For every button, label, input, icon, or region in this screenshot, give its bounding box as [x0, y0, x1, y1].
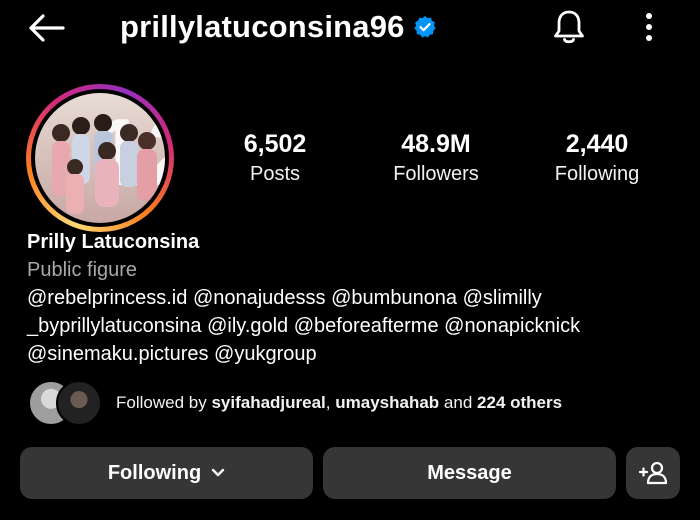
followers-stat[interactable]: 48.9M Followers: [366, 128, 506, 188]
followers-count: 48.9M: [401, 130, 471, 158]
mutual-follower-avatar: [56, 380, 102, 426]
followed-by-text: Followed by syifahadjureal, umayshahab a…: [116, 393, 563, 412]
bio-line: @rebelprincess.id @nonajudesss @bumbunon…: [27, 284, 677, 312]
mutual-user-1: syifahadjureal: [211, 393, 326, 412]
profile-avatar[interactable]: 12: [26, 84, 174, 232]
following-button[interactable]: Following: [20, 447, 313, 499]
bio-mentions: @rebelprincess.id @nonajudesss @bumbunon…: [27, 284, 677, 368]
mention-link[interactable]: @ily.gold: [207, 315, 288, 337]
mention-link[interactable]: @nonapicknick: [444, 315, 580, 337]
posts-label: Posts: [249, 163, 301, 185]
bell-icon[interactable]: [548, 6, 590, 48]
bio-line: @sinemaku.pictures @yukgroup: [27, 340, 677, 368]
add-user-icon: [638, 461, 668, 485]
mention-link[interactable]: @sinemaku.pictures: [27, 343, 208, 365]
bio-line: _byprillylatuconsina @ily.gold @beforeaf…: [27, 312, 677, 340]
mention-link[interactable]: @rebelprincess.id: [27, 287, 187, 309]
followed-by-row[interactable]: Followed by syifahadjureal, umayshahab a…: [28, 380, 562, 426]
following-label: Following: [554, 163, 640, 185]
mention-link[interactable]: @slimilly: [463, 287, 542, 309]
add-user-button[interactable]: [626, 447, 680, 499]
top-bar: prillylatuconsina96: [0, 0, 700, 56]
mention-link[interactable]: @nonajudesss: [193, 287, 326, 309]
chevron-down-icon: [211, 468, 225, 477]
message-button[interactable]: Message: [323, 447, 616, 499]
posts-count: 6,502: [243, 130, 307, 158]
profile-category: Public figure: [27, 259, 138, 281]
mention-link[interactable]: @bumbunona: [331, 287, 457, 309]
back-arrow-icon[interactable]: [26, 8, 66, 48]
mention-link[interactable]: _byprillylatuconsina: [27, 315, 202, 337]
mention-link[interactable]: @yukgroup: [214, 343, 317, 365]
mutual-others: 224 others: [477, 393, 563, 412]
mention-link[interactable]: @beforeafterme: [294, 315, 439, 337]
avatar-photo: 12: [35, 93, 165, 223]
following-stat[interactable]: 2,440 Following: [527, 128, 667, 188]
posts-stat[interactable]: 6,502 Posts: [205, 128, 345, 188]
profile-bio: Prilly Latuconsina Public figure @rebelp…: [27, 228, 677, 368]
profile-name: Prilly Latuconsina: [27, 231, 200, 253]
message-button-label: Message: [427, 461, 512, 484]
following-button-label: Following: [107, 461, 202, 484]
profile-username: prillylatuconsina96: [120, 8, 437, 46]
username-text: prillylatuconsina96: [120, 9, 405, 44]
verified-badge-icon: [414, 16, 436, 38]
avatar-border: 12: [31, 89, 169, 227]
followers-label: Followers: [393, 163, 479, 185]
more-vertical-icon[interactable]: [628, 6, 670, 48]
following-count: 2,440: [565, 130, 629, 158]
mutual-user-2: umayshahab: [335, 393, 440, 412]
